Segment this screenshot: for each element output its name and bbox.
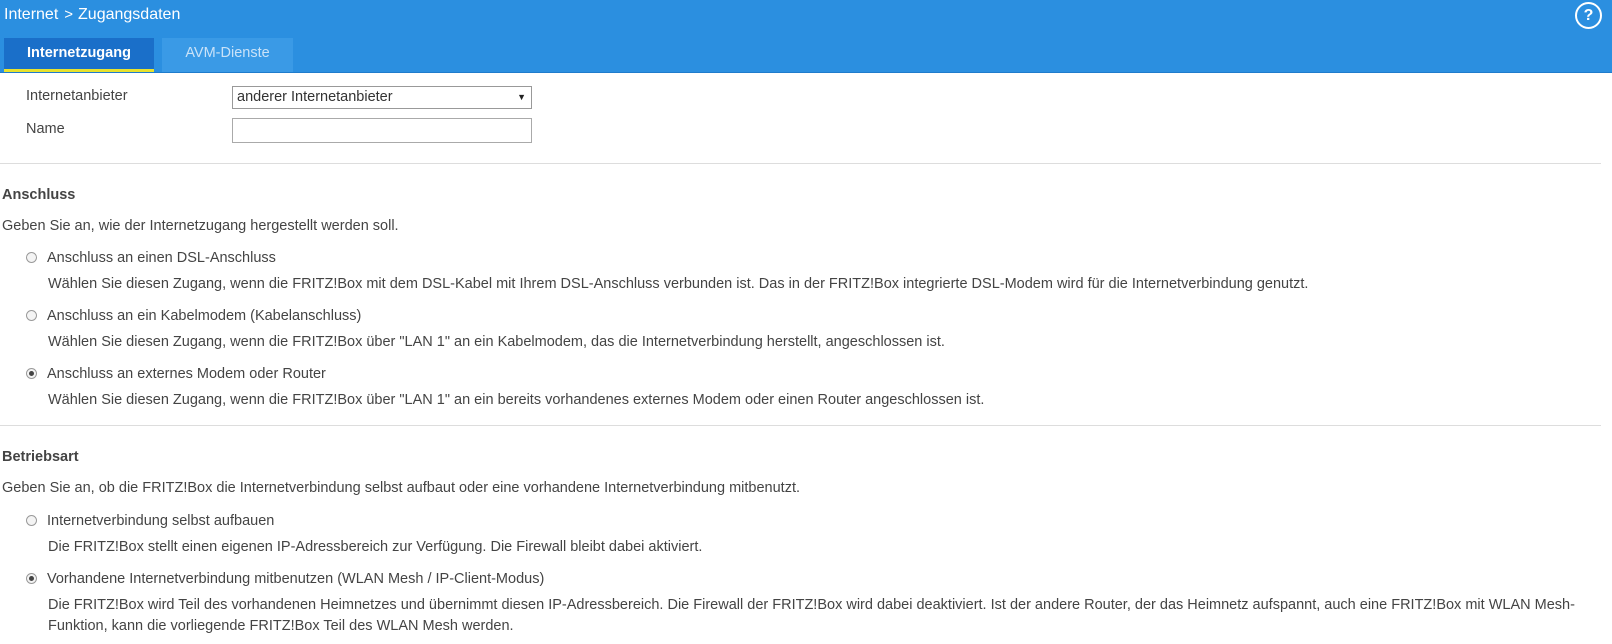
radio-selbst-aufbauen[interactable]: [26, 515, 37, 526]
option-mitbenutzen-label[interactable]: Vorhandene Internetverbindung mitbenutze…: [47, 571, 544, 587]
option-externes-modem-description: Wählen Sie diesen Zugang, wenn die FRITZ…: [48, 392, 985, 408]
radio-kabelmodem[interactable]: [26, 310, 37, 321]
radio-dsl[interactable]: [26, 252, 37, 263]
provider-select[interactable]: anderer Internetanbieter ▼: [232, 86, 532, 109]
anschluss-heading: Anschluss: [2, 187, 76, 203]
radio-externes-modem[interactable]: [26, 368, 37, 379]
tab-avm-dienste[interactable]: AVM-Dienste: [162, 38, 293, 72]
anschluss-intro: Geben Sie an, wie der Internetzugang her…: [2, 218, 399, 234]
breadcrumb: Internet > Zugangsdaten: [4, 5, 180, 25]
top-header: Internet > Zugangsdaten ? Internetzugang…: [0, 0, 1612, 73]
option-dsl-label[interactable]: Anschluss an einen DSL-Anschluss: [47, 250, 276, 266]
divider: [0, 163, 1601, 164]
option-kabelmodem-description: Wählen Sie diesen Zugang, wenn die FRITZ…: [48, 334, 945, 350]
divider: [0, 425, 1601, 426]
betriebsart-heading: Betriebsart: [2, 449, 79, 465]
betriebsart-intro: Geben Sie an, ob die FRITZ!Box die Inter…: [2, 480, 801, 496]
name-input[interactable]: [232, 118, 532, 143]
option-externes-modem-label[interactable]: Anschluss an externes Modem oder Router: [47, 366, 326, 382]
option-dsl-description: Wählen Sie diesen Zugang, wenn die FRITZ…: [48, 276, 1309, 292]
provider-label: Internetanbieter: [26, 88, 128, 104]
breadcrumb-zugangsdaten: Zugangsdaten: [78, 6, 181, 23]
option-kabelmodem-label[interactable]: Anschluss an ein Kabelmodem (Kabelanschl…: [47, 308, 361, 324]
option-mitbenutzen-description: Die FRITZ!Box wird Teil des vorhandenen …: [48, 597, 1575, 634]
name-label: Name: [26, 121, 65, 137]
radio-mitbenutzen[interactable]: [26, 573, 37, 584]
option-selbst-aufbauen-description: Die FRITZ!Box stellt einen eigenen IP-Ad…: [48, 539, 703, 555]
provider-select-value: anderer Internetanbieter: [237, 89, 393, 105]
breadcrumb-internet[interactable]: Internet: [4, 5, 58, 25]
dropdown-arrow-icon: ▼: [517, 92, 526, 102]
option-selbst-aufbauen-label[interactable]: Internetverbindung selbst aufbauen: [47, 513, 274, 529]
tab-internetzugang[interactable]: Internetzugang: [4, 38, 154, 72]
breadcrumb-separator-icon: >: [64, 6, 74, 23]
help-icon[interactable]: ?: [1575, 2, 1602, 29]
